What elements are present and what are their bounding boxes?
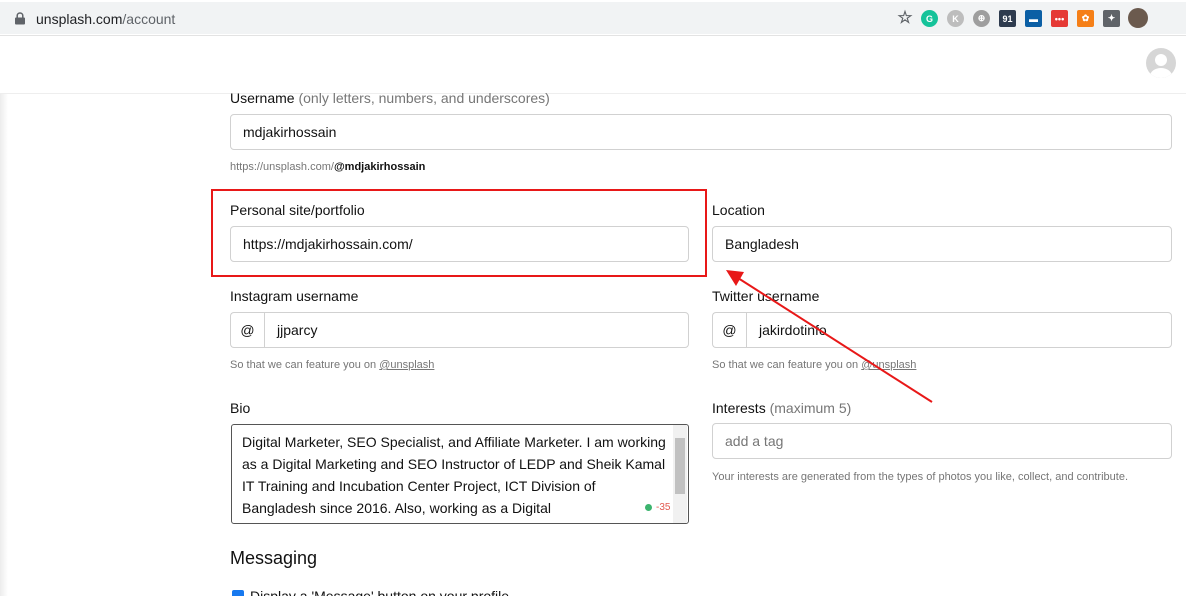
arrow-head	[726, 270, 744, 286]
page-header	[0, 36, 1186, 94]
bio-character-counter: -35	[645, 502, 670, 513]
interests-note: Your interests are generated from the ty…	[712, 471, 1129, 483]
puzzle-extensions-icon[interactable]: ✦	[1103, 10, 1120, 27]
instagram-hint: So that we can feature you on @unsplash	[230, 359, 434, 371]
globe-extension-icon[interactable]: ⊕	[973, 10, 990, 27]
username-label-hint: (only letters, numbers, and underscores)	[298, 90, 550, 106]
browser-toolbar: unsplash.com/account ☆ G K ⊕ 91 ▬ ••• ✿ …	[0, 0, 1186, 36]
twitter-label: Twitter username	[712, 288, 820, 304]
instagram-hint-link[interactable]: @unsplash	[379, 359, 434, 371]
bio-value: Digital Marketer, SEO Specialist, and Af…	[242, 434, 666, 516]
profile-url-handle: @mdjakirhossain	[333, 161, 426, 173]
instagram-value: jjparcy	[277, 322, 318, 338]
lock-icon	[15, 12, 25, 25]
grammarly-extension-icon[interactable]: G	[921, 10, 938, 27]
bookmark-star-icon[interactable]: ☆	[896, 8, 914, 28]
twitter-hint-text: So that we can feature you on	[712, 359, 862, 371]
instagram-hint-text: So that we can feature you on	[230, 359, 380, 371]
ninety-one-extension-icon[interactable]: 91	[999, 10, 1016, 27]
interests-placeholder: add a tag	[725, 433, 784, 449]
display-message-checkbox[interactable]	[232, 590, 244, 596]
profile-url-hint: https://unsplash.com/@mdjakirhossain	[230, 161, 425, 173]
twitter-hint: So that we can feature you on @unsplash	[712, 359, 916, 371]
bio-label: Bio	[230, 400, 251, 416]
red-dots-extension-icon[interactable]: •••	[1051, 10, 1068, 27]
instagram-label: Instagram username	[230, 288, 359, 304]
instagram-at-prefix: @	[230, 312, 264, 348]
interests-label-text: Interests	[712, 400, 766, 416]
messaging-heading: Messaging	[230, 548, 318, 568]
bio-counter-value: -35	[656, 502, 671, 513]
bio-scrollbar-thumb[interactable]	[675, 438, 685, 494]
twitter-value: jakirdotinfo	[759, 322, 827, 338]
user-avatar[interactable]	[1146, 48, 1176, 78]
twitter-input[interactable]: jakirdotinfo	[746, 312, 1172, 348]
username-label: Username (only letters, numbers, and und…	[230, 90, 550, 106]
flower-extension-icon[interactable]: ✿	[1077, 10, 1094, 27]
instagram-input[interactable]: jjparcy	[264, 312, 689, 348]
url-path: /account	[122, 11, 176, 27]
address-bar[interactable]: unsplash.com/account ☆ G K ⊕ 91 ▬ ••• ✿ …	[0, 2, 1186, 34]
interests-tag-input[interactable]: add a tag	[712, 423, 1172, 459]
username-input[interactable]: mdjakirhossain	[230, 114, 1172, 150]
mail-extension-icon[interactable]: ▬	[1025, 10, 1042, 27]
url-host: unsplash.com	[36, 11, 123, 27]
bio-textarea[interactable]: Digital Marketer, SEO Specialist, and Af…	[231, 424, 689, 524]
url-text[interactable]: unsplash.com/account	[36, 11, 175, 27]
profile-url-prefix: https://unsplash.com/	[230, 161, 334, 173]
location-input[interactable]: Bangladesh	[712, 226, 1172, 262]
twitter-at-prefix: @	[712, 312, 746, 348]
location-label: Location	[712, 202, 765, 218]
display-message-label[interactable]: Display a 'Message' button on your profi…	[250, 588, 509, 596]
location-value: Bangladesh	[725, 236, 799, 252]
counter-status-dot	[645, 504, 652, 511]
interests-label: Interests (maximum 5)	[712, 400, 851, 416]
annotation-highlight-box	[211, 189, 707, 277]
twitter-hint-link[interactable]: @unsplash	[861, 359, 916, 371]
username-label-text: Username	[230, 90, 295, 106]
k-extension-icon[interactable]: K	[947, 10, 964, 27]
browser-profile-avatar[interactable]	[1128, 8, 1148, 28]
interests-label-hint: (maximum 5)	[769, 400, 852, 416]
username-value: mdjakirhossain	[243, 124, 337, 140]
left-shadow	[0, 36, 8, 596]
